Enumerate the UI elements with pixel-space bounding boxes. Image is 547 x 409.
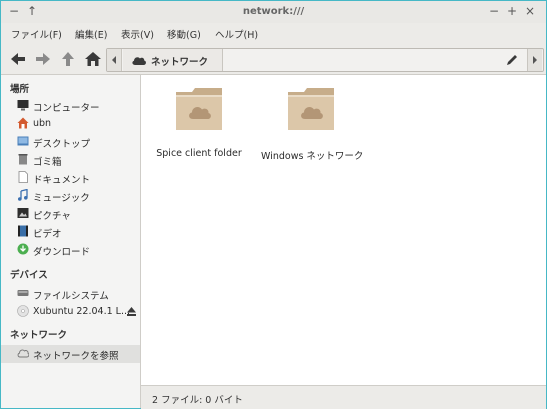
home-icon[interactable] xyxy=(84,50,102,68)
back-arrow-icon[interactable] xyxy=(9,50,27,68)
file-view: Spice client folder Windows ネットワーク xyxy=(141,75,546,385)
cloud-icon xyxy=(132,57,146,65)
sidebar-item-label: Xubuntu 22.04.1 L... xyxy=(33,306,130,317)
network-folder-icon xyxy=(288,88,334,130)
forward-arrow-icon[interactable] xyxy=(34,50,52,68)
sidebar-item-trash[interactable]: ゴミ箱 xyxy=(1,151,140,169)
status-bar: 2 ファイル: 0 バイト xyxy=(141,385,546,409)
document-icon xyxy=(18,171,28,183)
sidebar-item-label: ファイルシステム xyxy=(33,291,109,302)
pictures-icon xyxy=(17,208,29,218)
sidebar-item-label: ダウンロード xyxy=(33,247,91,258)
sidebar: 場所 コンピューター ubn デスクトップ ゴミ箱 ドキュメント ミュージック … xyxy=(1,75,141,408)
download-icon xyxy=(17,243,29,255)
minimize-button[interactable]: − xyxy=(487,4,501,18)
chevron-right-icon xyxy=(533,56,537,64)
sidebar-item-videos[interactable]: ビデオ xyxy=(1,223,140,241)
sidebar-section-devices: デバイス xyxy=(10,270,48,281)
network-folder-icon xyxy=(176,88,222,130)
title-bar: − ↑ network:/// − + × xyxy=(1,1,546,23)
sidebar-item-label: ピクチャ xyxy=(33,211,71,222)
sidebar-section-places: 場所 xyxy=(10,84,30,95)
close-button[interactable]: × xyxy=(523,4,537,18)
sidebar-item-label: コンピューター xyxy=(33,103,100,114)
file-manager-window: − ↑ network:/// − + × ファイル(F) 編集(E) 表示(V… xyxy=(0,0,547,409)
drive-icon xyxy=(17,290,29,296)
menu-bar: ファイル(F) 編集(E) 表示(V) 移動(G) ヘルプ(H) xyxy=(1,23,546,43)
music-icon xyxy=(18,189,28,201)
menu-edit[interactable]: 編集(E) xyxy=(75,27,107,41)
up-arrow-icon[interactable] xyxy=(59,50,77,68)
sidebar-item-filesystem[interactable]: ファイルシステム xyxy=(1,285,140,303)
sidebar-item-label: ビデオ xyxy=(33,229,62,240)
toolbar: ネットワーク xyxy=(1,44,546,75)
file-name: Windows ネットワーク xyxy=(261,151,364,162)
sidebar-item-documents[interactable]: ドキュメント xyxy=(1,169,140,187)
eject-icon[interactable] xyxy=(126,306,137,317)
menu-help[interactable]: ヘルプ(H) xyxy=(215,27,258,41)
video-icon xyxy=(18,225,28,237)
path-bar: ネットワーク xyxy=(106,48,544,72)
window-title: network:/// xyxy=(242,6,305,17)
pencil-icon[interactable] xyxy=(505,53,519,67)
sidebar-item-downloads[interactable]: ダウンロード xyxy=(1,241,140,259)
monitor-icon xyxy=(17,100,29,111)
path-scroll-right-button[interactable] xyxy=(527,49,542,71)
home-icon xyxy=(17,117,29,129)
sidebar-item-label: ミュージック xyxy=(33,193,90,204)
sidebar-item-xubuntu-disc[interactable]: Xubuntu 22.04.1 L... xyxy=(1,303,140,321)
maximize-button[interactable]: + xyxy=(505,4,519,18)
sidebar-item-label: ドキュメント xyxy=(33,175,91,186)
network-icon xyxy=(17,349,29,358)
breadcrumb-network[interactable]: ネットワーク xyxy=(123,49,223,71)
menu-view[interactable]: 表示(V) xyxy=(121,27,154,41)
chevron-left-icon xyxy=(112,56,116,64)
menu-file[interactable]: ファイル(F) xyxy=(11,27,62,41)
sidebar-item-music[interactable]: ミュージック xyxy=(1,187,140,205)
breadcrumb-label: ネットワーク xyxy=(151,57,209,68)
sidebar-item-home[interactable]: ubn xyxy=(1,115,140,133)
sidebar-section-network: ネットワーク xyxy=(10,330,68,341)
disc-icon xyxy=(17,305,29,317)
sidebar-item-computer[interactable]: コンピューター xyxy=(1,97,140,115)
status-text: 2 ファイル: 0 バイト xyxy=(152,395,243,406)
desktop-icon xyxy=(17,136,29,146)
file-name: Spice client folder xyxy=(156,148,242,159)
sidebar-item-label: デスクトップ xyxy=(33,139,91,150)
sidebar-item-desktop[interactable]: デスクトップ xyxy=(1,133,140,151)
menu-go[interactable]: 移動(G) xyxy=(167,27,201,41)
sidebar-item-label: ゴミ箱 xyxy=(33,157,62,168)
sidebar-item-label: ネットワークを参照 xyxy=(33,351,119,362)
sidebar-item-pictures[interactable]: ピクチャ xyxy=(1,205,140,223)
trash-icon xyxy=(18,154,28,165)
sidebar-item-browse-network[interactable]: ネットワークを参照 xyxy=(1,345,140,363)
path-scroll-left-button[interactable] xyxy=(107,49,122,71)
sidebar-item-label: ubn xyxy=(33,118,52,129)
